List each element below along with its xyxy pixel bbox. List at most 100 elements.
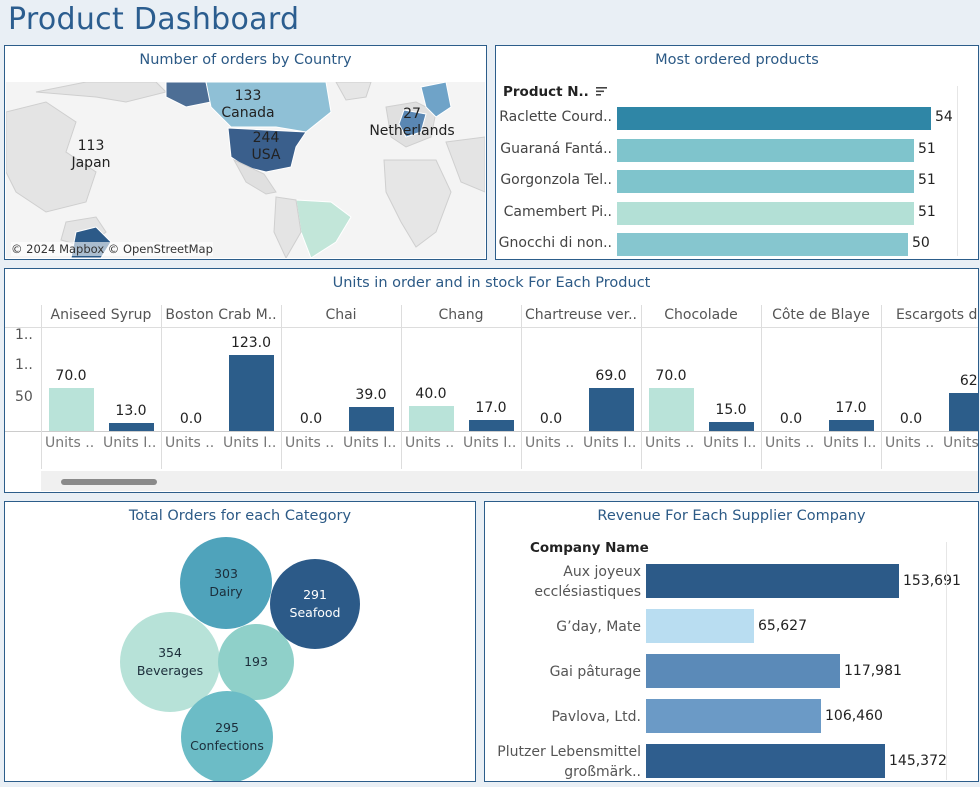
product-column-label[interactable]: Escargots de [883, 307, 978, 323]
units-on-order-value: 39.0 [355, 387, 387, 403]
category-title: Total Orders for each Category [128, 508, 352, 524]
measure-label-units-in-stock: Units .. [645, 435, 695, 451]
product-column-label[interactable]: Chocolade [643, 307, 759, 323]
product-label[interactable]: Gnocchi di non.. [496, 235, 612, 251]
category-bubble[interactable]: 295 Confections [181, 691, 273, 781]
column-separator [521, 305, 522, 469]
product-column-label[interactable]: Chang [403, 307, 519, 323]
units-in-stock-bar[interactable] [409, 406, 454, 431]
column-separator [641, 305, 642, 469]
supplier-label-line: Gai pâturage [549, 664, 641, 680]
units-on-order-value: 15.0 [715, 402, 747, 418]
product-column-label[interactable]: Aniseed Syrup [43, 307, 159, 323]
bubble-value: 295 [215, 720, 239, 735]
units-on-order-value: 13.0 [115, 403, 147, 419]
units-in-stock-bar[interactable] [49, 388, 94, 431]
product-column-label[interactable]: Côte de Blaye [763, 307, 879, 323]
page-title: Product Dashboard [8, 2, 300, 37]
product-label[interactable]: Gorgonzola Tel.. [496, 172, 612, 188]
measure-label-units-on-order: Units I.. [823, 435, 877, 451]
y-axis-tick: 1.. [15, 327, 33, 343]
product-label[interactable]: Guaraná Fantá.. [496, 141, 612, 157]
product-bar[interactable] [617, 233, 908, 256]
units-on-order-bar[interactable] [109, 423, 154, 431]
units-on-order-bar[interactable] [469, 420, 514, 431]
revenue-bar[interactable] [646, 609, 754, 643]
revenue-bar-value: 153,691 [903, 573, 961, 589]
measure-label-units-on-order: Units I.. [343, 435, 397, 451]
units-in-stock-value: 70.0 [655, 368, 687, 384]
supplier-label[interactable]: Aux joyeux ecclésiastiques [485, 562, 641, 602]
most-ordered-products-panel: Most ordered products Product N.. Raclet… [495, 45, 979, 260]
measure-label-units-in-stock: Units .. [405, 435, 455, 451]
revenue-bar-value: 117,981 [844, 663, 902, 679]
units-in-stock-value: 40.0 [415, 386, 447, 402]
sort-descending-icon[interactable] [595, 84, 608, 100]
supplier-label[interactable]: G’day, Mate [485, 617, 641, 637]
bubble-label: Beverages [136, 663, 204, 678]
category-bubble[interactable]: 303 Dairy [180, 537, 272, 629]
map-attribution[interactable]: © 2024 Mapbox © OpenStreetMap [11, 242, 213, 256]
measure-label-units-in-stock: Units .. [765, 435, 815, 451]
y-axis-tick: 1.. [15, 357, 33, 373]
horizontal-scrollbar[interactable] [41, 471, 978, 491]
product-name-header[interactable]: Product N.. [503, 84, 608, 100]
product-column-label[interactable]: Chai [283, 307, 399, 323]
gridline [946, 542, 947, 780]
product-bar[interactable] [617, 170, 914, 193]
units-on-order-bar[interactable] [349, 407, 394, 431]
orders-by-country-map-panel: Number of orders by Country 133 Canada 2… [4, 45, 487, 260]
units-in-stock-bar[interactable] [649, 388, 694, 431]
scrollbar-thumb[interactable] [61, 479, 157, 485]
units-on-order-bar[interactable] [589, 388, 634, 431]
supplier-label-line: G’day, Mate [556, 619, 641, 635]
product-label[interactable]: Raclette Courd.. [496, 109, 612, 125]
product-bar[interactable] [617, 138, 914, 162]
units-on-order-bar[interactable] [829, 420, 874, 431]
bubble-value: 193 [244, 654, 268, 669]
company-name-header[interactable]: Company Name [530, 540, 649, 556]
bubble-value: 291 [303, 587, 327, 602]
product-bar[interactable] [617, 107, 931, 130]
measure-label-units-on-order: Units I.. [223, 435, 277, 451]
map-label-usa: 244 USA [251, 130, 281, 163]
bubble-label: Confections [190, 738, 264, 753]
units-on-order-bar[interactable] [949, 393, 978, 431]
category-bubble[interactable]: 193 [218, 624, 294, 700]
units-on-order-value: 17.0 [475, 400, 507, 416]
product-bar-value: 51 [918, 140, 936, 157]
units-in-stock-value: 0.0 [179, 411, 203, 427]
units-in-order-and-stock-panel: Units in order and in stock For Each Pro… [4, 268, 979, 493]
units-on-order-bar[interactable] [709, 422, 754, 431]
column-separator [41, 305, 42, 469]
world-map[interactable]: 133 Canada 244 USA 113 Japan 27 Netherla… [5, 81, 486, 259]
map-label-japan: 113 Japan [71, 138, 111, 171]
y-axis-tick: 50 [15, 389, 33, 405]
supplier-label[interactable]: Plutzer Lebensmittel großmärk.. [485, 742, 641, 781]
product-label[interactable]: Camembert Pi.. [496, 204, 612, 220]
supplier-label[interactable]: Pavlova, Ltd. [485, 707, 641, 727]
supplier-label[interactable]: Gai pâturage [485, 662, 641, 682]
supplier-label-line: großmärk.. [564, 764, 641, 780]
map-label-netherlands: 27 Netherlands [369, 106, 455, 139]
units-on-order-bar[interactable] [229, 355, 274, 431]
supplier-label-line: Aux joyeux [563, 564, 641, 580]
units-on-order-value: 62. [959, 373, 978, 389]
product-bar[interactable] [617, 201, 914, 225]
product-column-label[interactable]: Boston Crab M.. [163, 307, 279, 323]
revenue-bar[interactable] [646, 564, 899, 598]
measure-label-units-on-order: Units I.. [703, 435, 757, 451]
bubble-value: 303 [214, 566, 238, 581]
units-on-order-value: 69.0 [595, 368, 627, 384]
units-title: Units in order and in stock For Each Pro… [332, 275, 651, 291]
measure-label-units-on-order: Units I.. [103, 435, 157, 451]
units-in-stock-value: 0.0 [539, 411, 563, 427]
measure-label-units-in-stock: Units .. [165, 435, 215, 451]
revenue-bar[interactable] [646, 744, 885, 778]
revenue-bar-value: 106,460 [825, 708, 883, 724]
revenue-bar[interactable] [646, 654, 840, 688]
product-column-label[interactable]: Chartreuse ver.. [523, 307, 639, 323]
bubble-value: 354 [158, 645, 182, 660]
measure-label-units-in-stock: Units .. [285, 435, 335, 451]
revenue-bar[interactable] [646, 699, 821, 733]
